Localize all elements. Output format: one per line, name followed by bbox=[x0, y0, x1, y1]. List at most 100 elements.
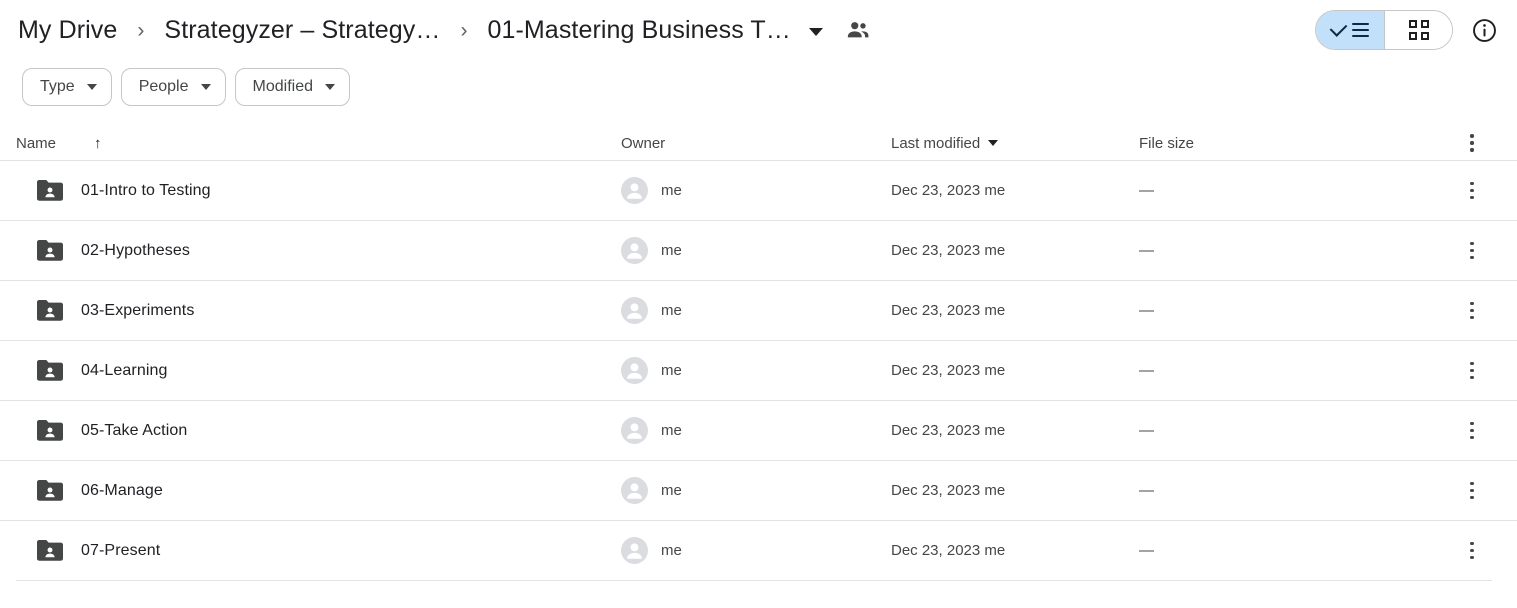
people-shared-icon[interactable] bbox=[845, 17, 871, 43]
shared-folder-icon bbox=[37, 480, 63, 501]
file-size-label: — bbox=[1139, 482, 1154, 499]
file-list-table: Name ↑ Owner Last modified File size 01-… bbox=[0, 126, 1517, 581]
check-icon bbox=[1329, 19, 1348, 37]
cell-name: 04-Learning bbox=[16, 360, 621, 381]
avatar bbox=[621, 237, 648, 264]
row-overflow-button[interactable] bbox=[1452, 181, 1492, 200]
last-modified-label: Dec 23, 2023 me bbox=[891, 242, 1006, 259]
table-header-overflow-button[interactable] bbox=[1452, 134, 1492, 152]
last-modified-label: Dec 23, 2023 me bbox=[891, 482, 1006, 499]
table-row[interactable]: 05-Take Action me Dec 23, 2023 me — bbox=[0, 400, 1517, 460]
column-header-owner-label: Owner bbox=[621, 134, 666, 152]
cell-owner: me bbox=[621, 177, 891, 204]
filter-chip-type[interactable]: Type bbox=[22, 68, 112, 106]
column-header-name-label: Name bbox=[16, 134, 57, 152]
cell-name: 01-Intro to Testing bbox=[16, 180, 621, 201]
last-modified-label: Dec 23, 2023 me bbox=[891, 182, 1006, 199]
row-overflow-button[interactable] bbox=[1452, 541, 1492, 560]
more-vertical-icon bbox=[1470, 541, 1474, 560]
top-bar-actions bbox=[1315, 0, 1501, 60]
file-size-label: — bbox=[1139, 422, 1154, 439]
table-row[interactable]: 02-Hypotheses me Dec 23, 2023 me — bbox=[0, 220, 1517, 280]
cell-last-modified: Dec 23, 2023 me bbox=[891, 182, 1139, 199]
cell-file-size: — bbox=[1139, 182, 1452, 199]
avatar bbox=[621, 177, 648, 204]
cell-file-size: — bbox=[1139, 242, 1452, 259]
column-header-file-size-label: File size bbox=[1139, 134, 1195, 152]
cell-file-size: — bbox=[1139, 362, 1452, 379]
cell-owner: me bbox=[621, 357, 891, 384]
row-overflow-button[interactable] bbox=[1452, 241, 1492, 260]
table-row[interactable]: 06-Manage me Dec 23, 2023 me — bbox=[0, 460, 1517, 520]
cell-owner: me bbox=[621, 477, 891, 504]
breadcrumb-item-strategyzer[interactable]: Strategyzer – Strategy… bbox=[160, 13, 444, 47]
file-name-label: 03-Experiments bbox=[81, 301, 195, 319]
column-header-owner[interactable]: Owner bbox=[621, 135, 891, 152]
breadcrumb-separator: › bbox=[137, 18, 145, 42]
breadcrumb-item-current-folder[interactable]: 01-Mastering Business T… bbox=[483, 13, 794, 47]
owner-label: me bbox=[661, 542, 682, 559]
shared-folder-icon bbox=[37, 540, 63, 561]
row-overflow-button[interactable] bbox=[1452, 481, 1492, 500]
breadcrumb-dropdown-caret-icon[interactable] bbox=[808, 27, 823, 36]
last-modified-label: Dec 23, 2023 me bbox=[891, 362, 1006, 379]
file-size-label: — bbox=[1139, 182, 1154, 199]
breadcrumb-item-my-drive[interactable]: My Drive bbox=[14, 13, 121, 47]
cell-last-modified: Dec 23, 2023 me bbox=[891, 482, 1139, 499]
cell-last-modified: Dec 23, 2023 me bbox=[891, 302, 1139, 319]
grid-view-button[interactable] bbox=[1384, 11, 1452, 49]
table-row[interactable]: 07-Present me Dec 23, 2023 me — bbox=[0, 520, 1517, 580]
filter-chip-modified[interactable]: Modified bbox=[234, 68, 350, 106]
file-name-label: 01-Intro to Testing bbox=[81, 181, 211, 199]
owner-label: me bbox=[661, 362, 682, 379]
breadcrumb: My Drive › Strategyzer – Strategy… › 01-… bbox=[14, 13, 871, 47]
chevron-down-icon bbox=[200, 84, 211, 90]
filter-chip-bar: Type People Modified bbox=[0, 60, 1517, 114]
info-circle-icon bbox=[1472, 18, 1496, 42]
owner-label: me bbox=[661, 482, 682, 499]
column-header-last-modified-label: Last modified bbox=[891, 134, 981, 152]
caret-down-icon bbox=[988, 140, 999, 146]
cell-name: 06-Manage bbox=[16, 480, 621, 501]
info-details-button[interactable] bbox=[1467, 13, 1501, 47]
filter-chip-people[interactable]: People bbox=[120, 68, 226, 106]
list-view-button[interactable] bbox=[1316, 11, 1384, 49]
file-size-label: — bbox=[1139, 542, 1154, 559]
owner-label: me bbox=[661, 242, 682, 259]
column-header-last-modified[interactable]: Last modified bbox=[891, 135, 1139, 152]
grid-view-icon bbox=[1408, 20, 1429, 40]
owner-label: me bbox=[661, 182, 682, 199]
table-bottom-divider bbox=[16, 580, 1492, 581]
column-header-file-size[interactable]: File size bbox=[1139, 135, 1452, 152]
table-row[interactable]: 03-Experiments me Dec 23, 2023 me — bbox=[0, 280, 1517, 340]
file-name-label: 05-Take Action bbox=[81, 421, 188, 439]
list-view-icon bbox=[1352, 22, 1369, 38]
file-size-label: — bbox=[1139, 362, 1154, 379]
row-overflow-button[interactable] bbox=[1452, 301, 1492, 320]
top-bar: My Drive › Strategyzer – Strategy… › 01-… bbox=[0, 0, 1517, 60]
more-vertical-icon bbox=[1470, 241, 1474, 260]
view-toggle bbox=[1315, 10, 1453, 50]
file-name-label: 07-Present bbox=[81, 541, 161, 559]
filter-chip-type-label: Type bbox=[40, 78, 75, 95]
shared-folder-icon bbox=[37, 300, 63, 321]
avatar bbox=[621, 357, 648, 384]
file-name-label: 02-Hypotheses bbox=[81, 241, 190, 259]
column-header-name[interactable]: Name ↑ bbox=[16, 135, 621, 152]
sort-ascending-arrow-icon: ↑ bbox=[94, 134, 102, 152]
cell-file-size: — bbox=[1139, 422, 1452, 439]
more-vertical-icon bbox=[1470, 481, 1474, 500]
row-overflow-button[interactable] bbox=[1452, 361, 1492, 380]
file-name-label: 04-Learning bbox=[81, 361, 168, 379]
table-row[interactable]: 04-Learning me Dec 23, 2023 me — bbox=[0, 340, 1517, 400]
row-overflow-button[interactable] bbox=[1452, 421, 1492, 440]
owner-label: me bbox=[661, 422, 682, 439]
cell-file-size: — bbox=[1139, 482, 1452, 499]
file-name-label: 06-Manage bbox=[81, 481, 163, 499]
avatar bbox=[621, 477, 648, 504]
cell-owner: me bbox=[621, 297, 891, 324]
chevron-down-icon bbox=[325, 84, 335, 90]
table-row[interactable]: 01-Intro to Testing me Dec 23, 2023 me — bbox=[0, 160, 1517, 220]
table-header-row: Name ↑ Owner Last modified File size bbox=[0, 126, 1517, 160]
file-size-label: — bbox=[1139, 242, 1154, 259]
